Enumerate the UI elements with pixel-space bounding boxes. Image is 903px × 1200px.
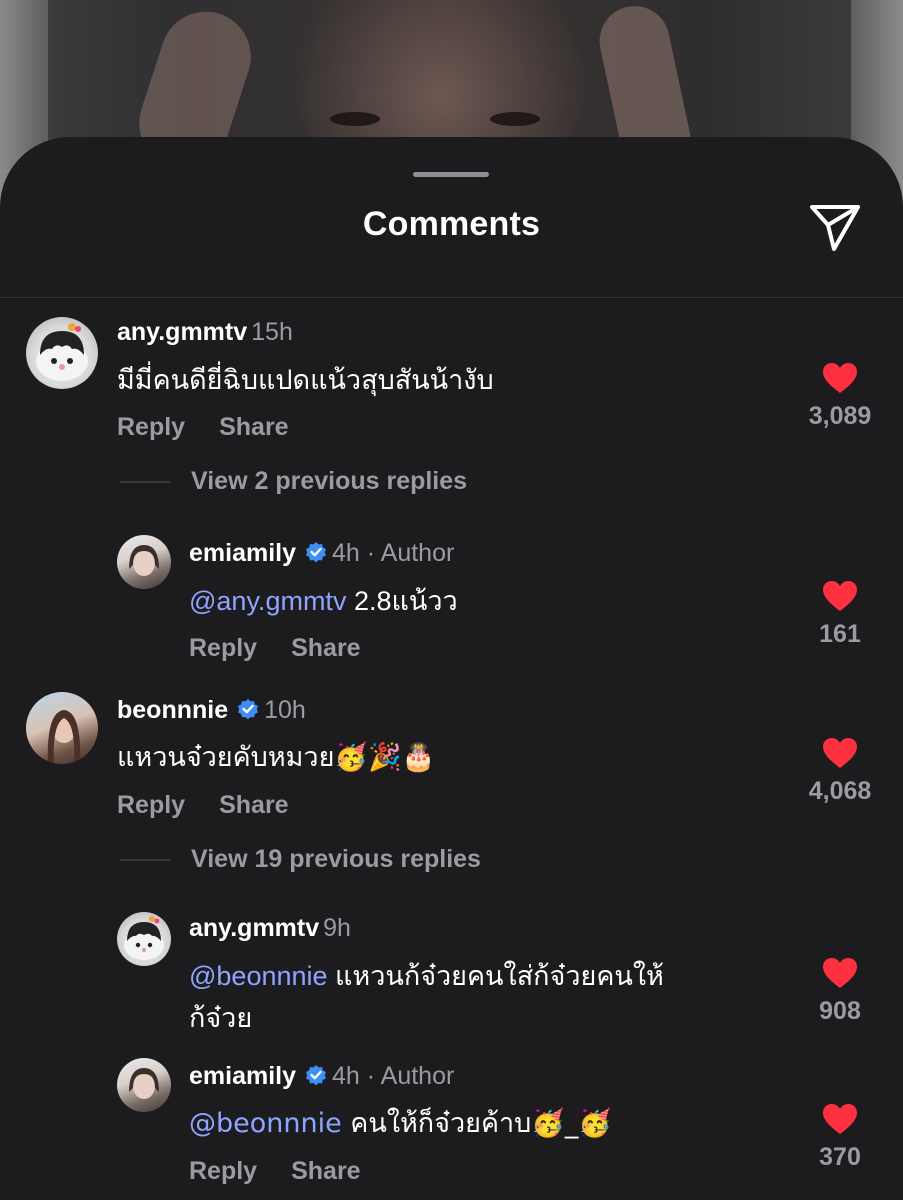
avatar[interactable]: [26, 317, 98, 389]
view-previous-replies[interactable]: View 19 previous replies: [191, 845, 481, 874]
comment-meta: 4h · Author: [332, 1062, 455, 1090]
comment-username[interactable]: any.gmmtv: [189, 914, 319, 942]
comment-text: แหวนก้จ๋วยคนใส่ก้จ๋วยคนให้: [327, 961, 664, 991]
header-divider: [0, 297, 903, 298]
mention-link[interactable]: @any.gmmtv: [189, 586, 346, 616]
comment-text: มีมี่คนดียี่ฉิบแปดแน้วสุบสันน้างับ: [117, 365, 494, 395]
comment-username[interactable]: emiamily: [189, 1062, 296, 1090]
view-replies-line: [120, 859, 170, 861]
sheet-title: Comments: [362, 205, 541, 243]
heart-icon: [823, 363, 857, 393]
like-count: 3,089: [808, 402, 872, 430]
like-button[interactable]: 161: [790, 580, 890, 649]
reply-button[interactable]: Reply: [117, 791, 185, 819]
verified-badge-icon: [238, 699, 259, 720]
comment-time: 15h: [251, 318, 293, 346]
mention-link[interactable]: @beonnnie: [189, 1108, 342, 1139]
reply-button[interactable]: Reply: [189, 1157, 257, 1185]
comment-text: แหวนจ๋วยคับหมวย🥳🎉🎂: [117, 742, 436, 773]
reply-button[interactable]: Reply: [189, 634, 257, 662]
share-button[interactable]: Share: [291, 1157, 360, 1185]
share-button[interactable]: Share: [291, 634, 360, 662]
sheet-grabber[interactable]: [413, 172, 489, 177]
like-count: 370: [819, 1143, 861, 1171]
verified-badge-icon: [306, 542, 327, 563]
avatar[interactable]: [117, 912, 171, 966]
avatar[interactable]: [117, 1058, 171, 1112]
comment-time: 9h: [323, 914, 351, 942]
comment-username[interactable]: any.gmmtv: [117, 318, 247, 346]
like-count: 908: [819, 997, 861, 1025]
comments-sheet: Comments: [0, 137, 903, 1200]
like-button[interactable]: 908: [790, 957, 890, 1026]
heart-icon: [823, 1104, 857, 1134]
like-count: 4,068: [808, 777, 872, 805]
view-replies-line: [120, 481, 170, 483]
view-previous-replies[interactable]: View 2 previous replies: [191, 467, 467, 496]
heart-icon: [823, 581, 857, 611]
avatar[interactable]: [26, 692, 98, 764]
mention-link[interactable]: @beonnnie: [189, 961, 328, 991]
comment-username[interactable]: beonnnie: [117, 696, 228, 724]
reply-button[interactable]: Reply: [117, 413, 185, 441]
like-button[interactable]: 4,068: [790, 737, 890, 806]
like-button[interactable]: 370: [790, 1103, 890, 1172]
share-button[interactable]: Share: [219, 413, 288, 441]
comment-meta: 4h · Author: [332, 539, 455, 567]
like-button[interactable]: 3,089: [790, 362, 890, 431]
avatar[interactable]: [117, 535, 171, 589]
comment-time: 10h: [264, 696, 306, 724]
like-count: 161: [819, 620, 861, 648]
heart-icon: [823, 738, 857, 768]
paper-plane-icon[interactable]: [808, 203, 862, 253]
comment-text-line-2: ก้จ๋วย: [189, 1003, 253, 1033]
verified-badge-icon: [306, 1065, 327, 1086]
comment-username[interactable]: emiamily: [189, 539, 296, 567]
comment-text: 2.8แน้วว: [346, 586, 458, 616]
heart-icon: [823, 958, 857, 988]
comment-text: คนให้ก็จ๋วยค้าบ🥳_🥳: [341, 1108, 613, 1139]
share-button[interactable]: Share: [219, 791, 288, 819]
